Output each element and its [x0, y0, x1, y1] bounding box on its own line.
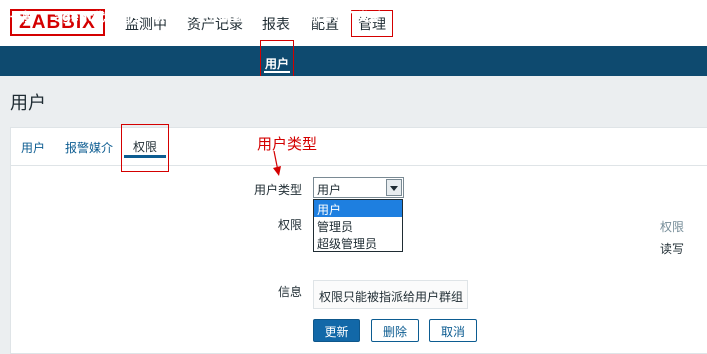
tab-active-indicator — [124, 155, 166, 158]
topnav-reports[interactable]: 报表 — [262, 14, 290, 34]
user-type-value: 用户 — [317, 183, 342, 197]
cancel-button[interactable]: 取消 — [429, 319, 477, 342]
subnav-users-label: 用户 — [265, 57, 290, 71]
tab-permissions-label: 权限 — [133, 140, 158, 154]
subnav-proxies[interactable]: agent代理程序 — [54, 8, 141, 25]
chevron-down-icon[interactable] — [386, 179, 402, 196]
annotation-label: 用户类型 — [257, 135, 318, 153]
subnav-scripts[interactable]: 脚本 — [401, 8, 425, 25]
user-type-select[interactable]: 用户 — [313, 177, 404, 198]
permissions-column-header: 权限 — [660, 220, 685, 234]
update-button[interactable]: 更新 — [313, 319, 360, 342]
info-message: 权限只能被指派给用户群组 — [313, 280, 468, 309]
permissions-value: 读写 — [660, 242, 685, 256]
tabs-divider — [10, 165, 707, 166]
page-title: 用户 — [10, 93, 46, 114]
option-super-admin[interactable]: 超级管理员 — [314, 234, 402, 251]
permissions-label: 权限 — [278, 218, 303, 232]
user-type-dropdown: 用户 管理员 超级管理员 — [313, 199, 403, 252]
subnav-general[interactable]: 一般 — [10, 8, 34, 25]
sub-navigation-bar — [0, 46, 707, 76]
user-type-label: 用户类型 — [254, 183, 303, 197]
active-underline — [264, 71, 291, 73]
tab-user[interactable]: 用户 — [21, 139, 45, 156]
delete-button[interactable]: 删除 — [371, 319, 419, 342]
option-admin[interactable]: 管理员 — [314, 217, 402, 234]
subnav-users[interactable]: 用户 — [260, 40, 295, 76]
subnav-user-groups[interactable]: 用户群组 — [197, 8, 245, 25]
subnav-media-types[interactable]: 报警媒介类型 — [309, 8, 381, 25]
info-label: 信息 — [278, 285, 303, 299]
info-text: 权限只能被指派给用户群组 — [319, 290, 464, 304]
option-user[interactable]: 用户 — [314, 200, 402, 217]
annotation-arrow-icon — [273, 151, 281, 176]
tab-media[interactable]: 报警媒介 — [65, 139, 113, 156]
subnav-queue[interactable]: 队列 — [445, 8, 469, 25]
tab-permissions[interactable]: 权限 — [121, 124, 169, 172]
subnav-authentication[interactable]: 认证 — [153, 8, 177, 25]
